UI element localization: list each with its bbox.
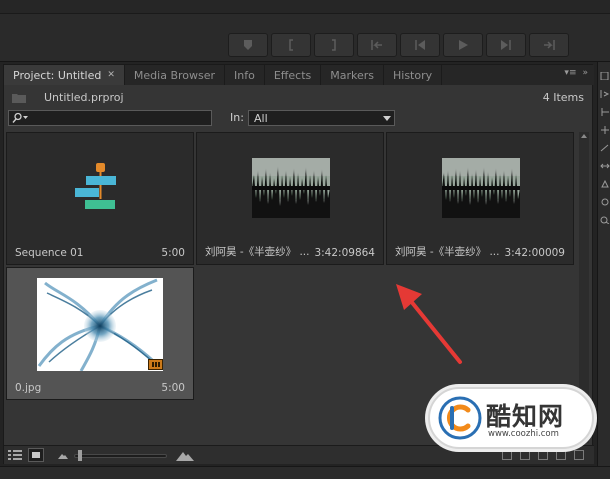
panel-menu: ▾≡ »	[564, 68, 588, 78]
zoom-out-mountain-icon[interactable]	[58, 450, 68, 460]
slip-tool-icon[interactable]	[600, 160, 610, 169]
tab-label: History	[393, 68, 433, 82]
trash-icon[interactable]	[574, 450, 584, 460]
mark-in-icon	[289, 39, 293, 51]
marker-button[interactable]	[228, 33, 268, 57]
tab-markers[interactable]: Markers	[321, 65, 384, 85]
item-duration: 3:42:09864	[314, 247, 375, 259]
project-item-image[interactable]: 0.jpg 5:00	[6, 267, 194, 400]
automate-to-sequence-icon[interactable]	[502, 450, 512, 460]
thumbnail-zoom-slider[interactable]	[74, 454, 167, 458]
hand-tool-icon[interactable]	[600, 196, 610, 206]
in-dropdown[interactable]: All	[248, 110, 395, 126]
zoom-in-mountain-icon[interactable]	[176, 448, 194, 462]
razor-tool-icon[interactable]	[600, 142, 610, 152]
project-item-audio[interactable]: 刘阿昊 -《半壶纱》 ... 3:42:09864	[196, 132, 384, 265]
go-to-in-icon	[371, 40, 382, 50]
program-monitor	[0, 0, 610, 62]
folder-icon	[12, 93, 26, 103]
annotation-arrow-icon	[396, 284, 462, 364]
sequence-icon	[75, 163, 116, 209]
in-dropdown-value: All	[254, 111, 268, 125]
project-item-sequence[interactable]: Sequence 01 5:00	[6, 132, 194, 265]
project-info-row: Untitled.prproj 4 Items	[4, 85, 594, 109]
tab-project[interactable]: Project: Untitled ✕	[4, 65, 125, 85]
icon-view-icon[interactable]	[28, 448, 44, 462]
zoom-slider-handle[interactable]	[78, 450, 82, 461]
step-forward-button[interactable]	[486, 33, 526, 57]
rolling-edit-tool-icon[interactable]	[600, 124, 610, 134]
step-back-button[interactable]	[400, 33, 440, 57]
tab-info[interactable]: Info	[225, 65, 265, 85]
go-to-in-button[interactable]	[357, 33, 397, 57]
marker-icon	[244, 40, 252, 50]
zoom-tool-icon[interactable]	[600, 214, 610, 225]
watermark: 酷知网 www.coozhi.com	[428, 387, 594, 449]
pen-tool-icon[interactable]	[600, 178, 610, 188]
mark-in-button[interactable]	[271, 33, 311, 57]
still-image-badge-icon	[148, 359, 163, 370]
tab-label: Media Browser	[133, 68, 216, 82]
in-label: In:	[230, 111, 244, 124]
item-name: 刘阿昊 -《半壶纱》 ...	[205, 246, 310, 258]
tab-label: Markers	[330, 68, 374, 82]
collapse-icon[interactable]: »	[582, 68, 588, 78]
tab-label: Project: Untitled	[13, 68, 102, 82]
item-name: 刘阿昊 -《半壶纱》 ...	[395, 246, 500, 258]
search-row: In: All	[4, 110, 594, 128]
tab-effects[interactable]: Effects	[265, 65, 322, 85]
chevron-down-icon	[383, 115, 391, 121]
step-back-icon	[415, 40, 425, 50]
step-forward-icon	[501, 40, 511, 50]
ripple-edit-tool-icon[interactable]	[600, 106, 610, 116]
tab-media-browser[interactable]: Media Browser	[125, 65, 226, 85]
new-item-icon[interactable]	[556, 450, 566, 460]
find-icon[interactable]	[520, 450, 530, 460]
search-field[interactable]	[8, 110, 212, 126]
panel-menu-icon[interactable]: ▾≡	[564, 68, 576, 78]
tools-panel	[597, 62, 610, 479]
tab-history[interactable]: History	[384, 65, 443, 85]
item-name: 0.jpg	[15, 382, 42, 394]
track-select-tool-icon[interactable]	[600, 88, 610, 98]
go-to-out-icon	[544, 40, 555, 50]
audio-waveform-thumbnail	[252, 158, 330, 218]
mark-out-button[interactable]	[314, 33, 354, 57]
item-name: Sequence 01	[15, 247, 84, 259]
item-duration: 5:00	[161, 382, 185, 394]
transport-controls	[228, 33, 572, 59]
monitor-top-bar	[0, 0, 610, 14]
play-icon	[459, 40, 468, 50]
audio-waveform-thumbnail	[442, 158, 520, 218]
go-to-out-button[interactable]	[529, 33, 569, 57]
new-bin-icon[interactable]	[538, 450, 548, 460]
tab-label: Info	[234, 68, 255, 82]
close-icon[interactable]: ✕	[107, 70, 115, 80]
item-duration: 5:00	[161, 247, 185, 259]
selection-tool-icon[interactable]	[600, 70, 610, 81]
list-view-icon[interactable]	[8, 449, 22, 461]
search-input[interactable]	[33, 111, 193, 125]
panel-tab-bar: Project: Untitled ✕ Media Browser Info E…	[4, 65, 594, 85]
status-strip	[0, 466, 610, 479]
mark-out-icon	[332, 39, 336, 51]
project-item-audio[interactable]: 刘阿昊 -《半壶纱》 ... 3:42:00009	[386, 132, 574, 265]
tab-label: Effects	[273, 68, 312, 82]
play-button[interactable]	[443, 33, 483, 57]
search-icon	[12, 112, 28, 123]
project-filename: Untitled.prproj	[44, 90, 124, 104]
item-count: 4 Items	[542, 91, 584, 104]
item-duration: 3:42:00009	[504, 247, 565, 259]
watermark-brand: 酷知网	[486, 402, 565, 431]
coozhi-logo-icon	[438, 396, 482, 440]
watermark-url: www.coozhi.com	[488, 429, 559, 439]
image-thumbnail	[37, 278, 163, 371]
panel-actions	[502, 450, 584, 460]
scroll-up-icon[interactable]	[581, 134, 587, 138]
